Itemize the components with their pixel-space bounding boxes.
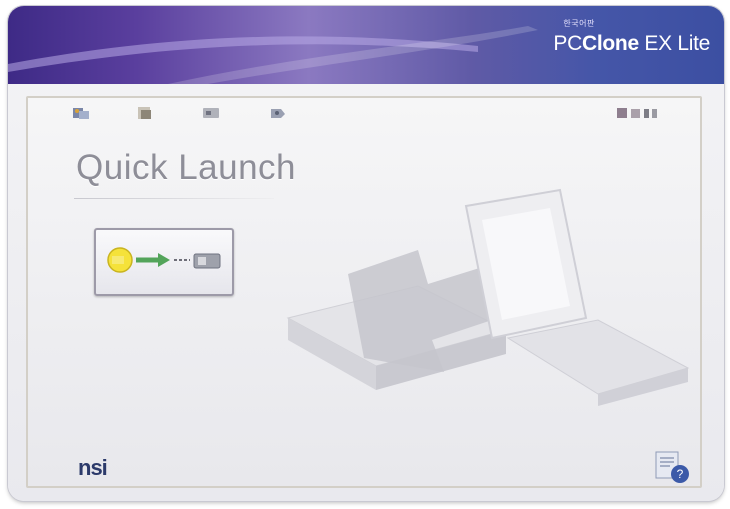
- page-title: Quick Launch: [76, 148, 297, 187]
- quick-launch-backup-button[interactable]: [94, 228, 234, 296]
- settings-icon[interactable]: [268, 104, 290, 122]
- nsi-logo: nsi: [78, 455, 108, 480]
- backup-to-drive-icon: [107, 247, 221, 273]
- title-divider: [74, 198, 274, 199]
- brand-tagline: 한국어판: [563, 19, 595, 28]
- product-brand: 한국어판 PCClone EX Lite: [553, 18, 710, 56]
- options-icon[interactable]: [614, 104, 662, 122]
- svg-text:?: ?: [677, 467, 684, 481]
- clone-illustration: [286, 188, 690, 406]
- restore-icon[interactable]: [134, 104, 156, 122]
- help-icon[interactable]: ?: [652, 446, 694, 491]
- backup-icon[interactable]: [70, 104, 92, 122]
- drive-icon[interactable]: [200, 104, 222, 122]
- titlebar: 한국어판 PCClone EX Lite: [8, 6, 724, 84]
- product-name: PCClone EX Lite: [553, 32, 710, 55]
